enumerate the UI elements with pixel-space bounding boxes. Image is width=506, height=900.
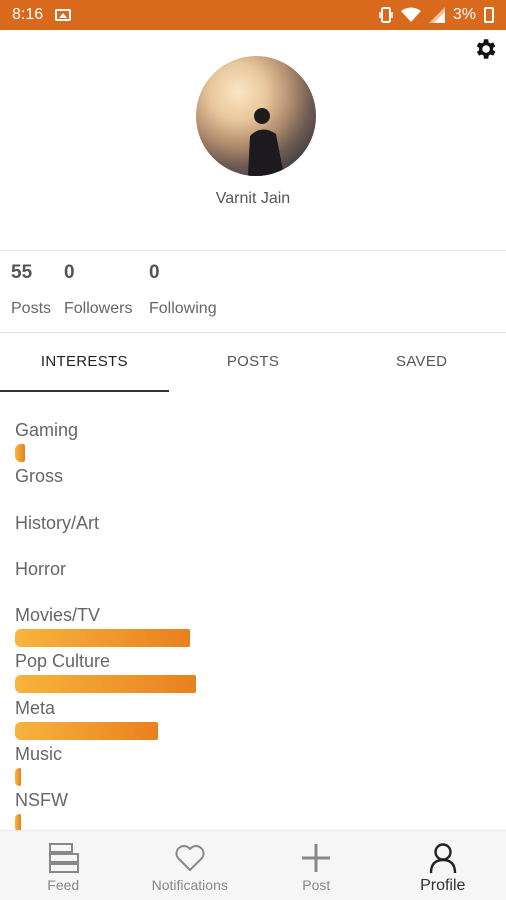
interest-item: NSFW bbox=[15, 788, 491, 834]
status-bar: 8:16 3% bbox=[0, 0, 506, 30]
divider bbox=[0, 332, 506, 333]
interest-item: Gross bbox=[15, 464, 491, 510]
interest-item: Horror bbox=[15, 557, 491, 603]
gear-icon[interactable] bbox=[472, 36, 498, 62]
person-silhouette bbox=[248, 108, 284, 176]
interest-item: Pop Culture bbox=[15, 649, 491, 695]
interest-item: History/Art bbox=[15, 511, 491, 557]
avatar bbox=[196, 56, 316, 176]
tab-saved[interactable]: SAVED bbox=[337, 336, 506, 392]
stat-followers[interactable]: 0 Followers bbox=[64, 262, 132, 318]
interest-name: Music bbox=[15, 744, 63, 765]
profile-stats: 55 Posts 0 Followers 0 Following bbox=[0, 262, 506, 326]
interest-bar bbox=[15, 675, 196, 694]
bottom-nav: Feed Notifications Post Profile bbox=[0, 830, 506, 900]
stat-label: Posts bbox=[11, 300, 52, 317]
nav-notifications[interactable]: Notifications bbox=[127, 831, 254, 900]
stat-following[interactable]: 0 Following bbox=[149, 262, 217, 318]
nav-post[interactable]: Post bbox=[253, 831, 380, 900]
nav-label: Notifications bbox=[151, 877, 228, 893]
interests-list: Gaming Gross History/Art Horror Movies/T… bbox=[15, 418, 491, 835]
divider bbox=[0, 250, 506, 251]
interest-item: Meta bbox=[15, 696, 491, 742]
interest-item: Gaming bbox=[15, 418, 491, 464]
interest-name: Movies/TV bbox=[15, 605, 101, 626]
profile-tabs: INTERESTS POSTS SAVED bbox=[0, 336, 506, 392]
interest-bar bbox=[15, 444, 25, 462]
vibrate-icon bbox=[379, 7, 393, 23]
stat-value: 0 bbox=[64, 262, 75, 283]
interest-bar bbox=[15, 768, 21, 787]
tab-interests[interactable]: INTERESTS bbox=[0, 336, 169, 392]
interest-name: Meta bbox=[15, 697, 56, 718]
nav-label: Post bbox=[302, 877, 331, 893]
interest-name: Horror bbox=[15, 558, 67, 579]
interest-name: NSFW bbox=[15, 790, 68, 811]
interest-bar bbox=[15, 721, 158, 740]
nav-label: Feed bbox=[47, 877, 80, 893]
status-icons: 3% bbox=[379, 6, 494, 24]
stat-value: 0 bbox=[149, 262, 160, 283]
stat-value: 55 bbox=[11, 262, 33, 283]
status-time: 8:16 bbox=[12, 6, 44, 23]
interest-name: Gaming bbox=[15, 420, 79, 440]
plus-icon bbox=[302, 844, 331, 872]
tab-posts[interactable]: POSTS bbox=[169, 336, 338, 392]
stat-posts[interactable]: 55 Posts bbox=[11, 262, 51, 318]
nav-feed[interactable]: Feed bbox=[0, 831, 127, 900]
interest-name: Gross bbox=[15, 466, 64, 487]
interest-bar bbox=[15, 629, 190, 648]
interest-name: Pop Culture bbox=[15, 651, 111, 672]
nav-profile[interactable]: Profile bbox=[380, 831, 506, 900]
interest-item: Music bbox=[15, 742, 491, 788]
feed-icon bbox=[49, 843, 80, 873]
battery-icon bbox=[484, 7, 494, 23]
image-notification-icon bbox=[55, 9, 72, 21]
heart-icon bbox=[175, 845, 205, 871]
battery-percent: 3% bbox=[452, 6, 476, 23]
wifi-icon bbox=[400, 7, 421, 22]
stat-label: Following bbox=[149, 300, 217, 317]
signal-icon bbox=[428, 7, 445, 23]
interest-item: Movies/TV bbox=[15, 603, 491, 649]
person-icon bbox=[429, 843, 456, 874]
nav-label: Profile bbox=[420, 877, 466, 894]
stat-label: Followers bbox=[64, 300, 133, 317]
profile-name: Varnit Jain bbox=[215, 190, 291, 207]
interest-name: History/Art bbox=[15, 512, 100, 533]
